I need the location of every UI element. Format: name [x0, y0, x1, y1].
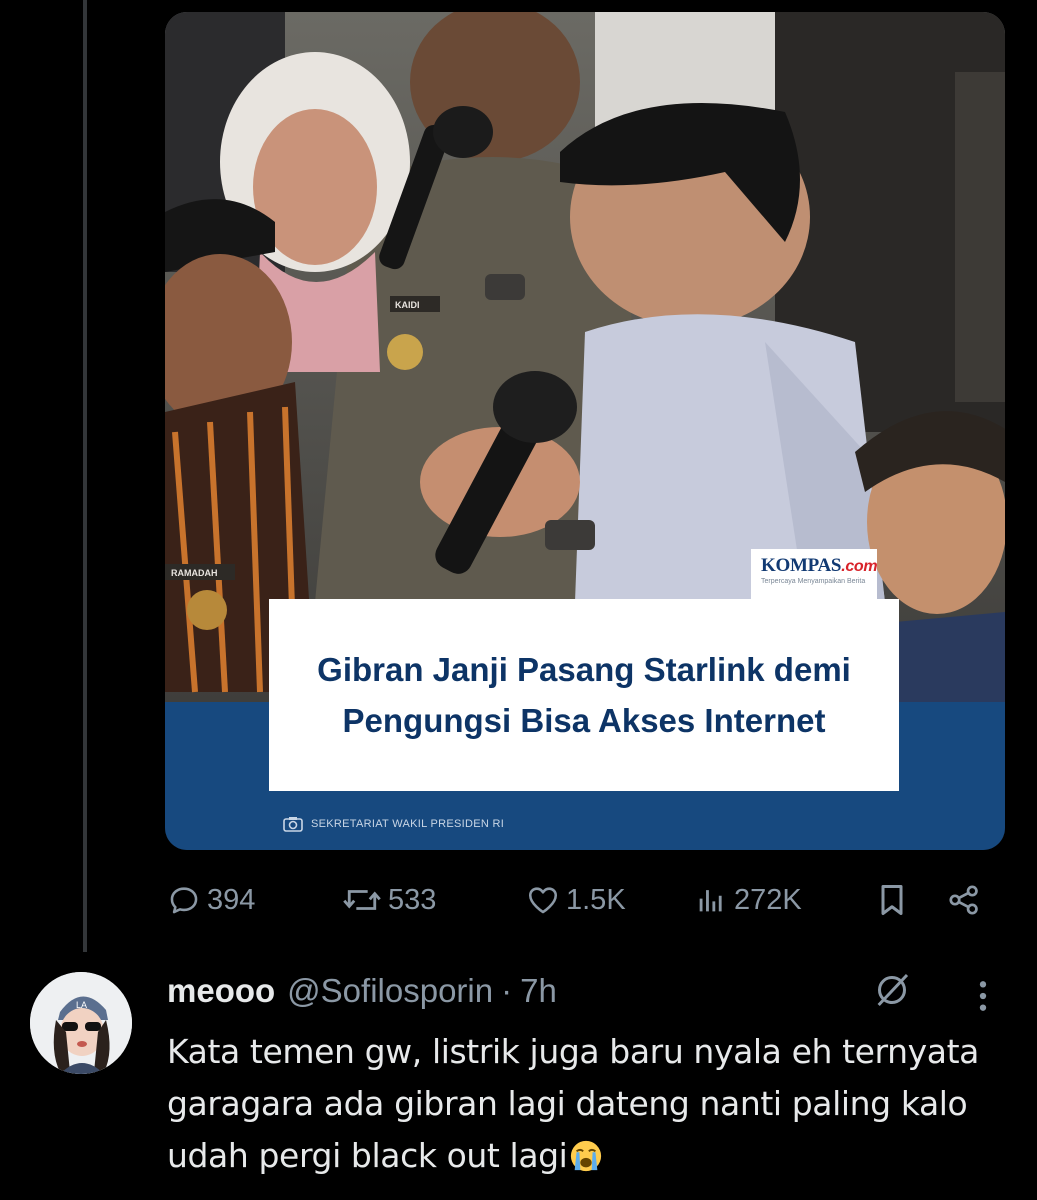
repost-count: 533	[388, 883, 437, 916]
camera-icon	[283, 817, 303, 832]
reply-text: Kata temen gw, listrik juga baru nyala e…	[167, 1026, 1027, 1182]
photo-credit: SEKRETARIAT WAKIL PRESIDEN RI	[283, 814, 504, 834]
reply-timestamp[interactable]: 7h	[520, 972, 557, 1010]
avatar-image: LA	[30, 972, 132, 1074]
share-icon	[949, 885, 978, 915]
photo-credit-text: SEKRETARIAT WAKIL PRESIDEN RI	[311, 818, 505, 830]
views-count: 272K	[734, 883, 802, 916]
bookmark-button[interactable]	[874, 878, 910, 922]
kompas-tagline: Terpercaya Menyampaikan Berita	[761, 578, 866, 585]
avatar[interactable]: LA	[30, 972, 132, 1074]
more-options-icon[interactable]	[972, 976, 994, 1016]
grok-icon[interactable]	[872, 970, 912, 1010]
reply-handle[interactable]: @Sofilosporin	[287, 972, 493, 1010]
reply-header: meooo @Sofilosporin · 7h	[167, 966, 557, 1016]
repost-icon	[343, 890, 381, 910]
name-tag-officer: KAIDI	[395, 300, 420, 310]
bookmark-icon	[881, 885, 903, 915]
reply-count: 394	[207, 883, 256, 916]
views-icon	[699, 890, 722, 912]
loudly-crying-face-icon	[571, 1140, 602, 1172]
thread-connector-line	[83, 0, 87, 952]
kompas-logo: KOMPAS.com Terpercaya Menyampaikan Berit…	[751, 549, 878, 599]
like-button[interactable]: 1.5K	[524, 878, 626, 922]
share-button[interactable]	[944, 878, 984, 922]
repost-button[interactable]: 533	[340, 878, 436, 922]
reply-icon	[170, 887, 198, 914]
like-count: 1.5K	[566, 883, 626, 916]
reply-display-name[interactable]: meooo	[167, 972, 275, 1010]
heart-icon	[528, 887, 558, 914]
name-tag-left: RAMADAH	[171, 568, 218, 578]
reply-button[interactable]: 394	[165, 878, 255, 922]
reply-separator: ·	[501, 972, 513, 1009]
news-headline: Gibran Janji Pasang Starlink demi Pengun…	[317, 651, 851, 739]
post-media-image[interactable]: RAMADAH KAIDI KOMPAS.com Terpercaya Meny…	[165, 12, 1005, 850]
headline-box: Gibran Janji Pasang Starlink demi Pengun…	[269, 599, 899, 791]
views-button[interactable]: 272K	[692, 878, 802, 922]
